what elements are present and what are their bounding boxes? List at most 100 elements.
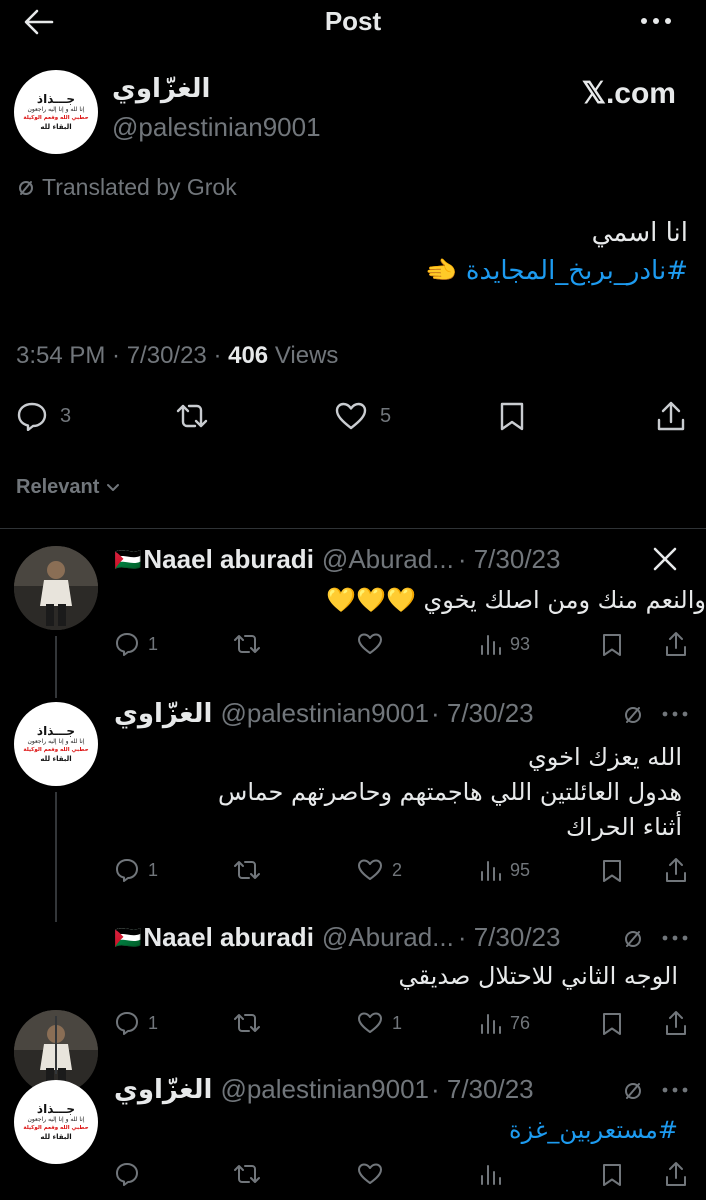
heart-icon (358, 1163, 382, 1184)
avatar[interactable]: جـــذاذ إنا لله و إنا إليه راجعون حطبي ا… (14, 702, 98, 786)
more-options-button[interactable] (660, 932, 690, 944)
bookmark-icon (603, 1013, 621, 1035)
comment-icon (17, 402, 47, 431)
reply-button[interactable]: 1 (114, 632, 158, 656)
bookmark-button[interactable] (498, 401, 526, 431)
thread-line (55, 792, 57, 922)
bookmark-button[interactable] (600, 632, 624, 658)
reply-button[interactable] (114, 1162, 140, 1186)
views-button[interactable]: 93 (478, 632, 530, 656)
hashtag-link[interactable]: #نادر_بربخ_المجايدة (466, 256, 688, 286)
share-icon (666, 1011, 686, 1035)
reply-text: الوجه الثاني للاحتلال صديقي (398, 962, 678, 990)
share-button[interactable] (664, 1009, 688, 1037)
reply-button[interactable]: 1 (114, 858, 158, 882)
logo-title: جـــذاذ (36, 91, 76, 106)
reply-button[interactable]: 3 (16, 401, 71, 431)
share-button[interactable] (664, 856, 688, 884)
flag-emoji: 🇵🇸 (114, 546, 142, 572)
bookmark-button[interactable] (600, 1011, 624, 1037)
comment-icon (116, 633, 138, 656)
heart-emojis: 💛💛💛 (326, 586, 416, 614)
source-label: 𝕏.com (581, 77, 676, 110)
author-name[interactable]: الغزّاوي (114, 699, 212, 729)
avatar[interactable]: جـــذاذ إنا لله و إنا إليه راجعون حطبي ا… (14, 1080, 98, 1164)
heart-icon (358, 633, 382, 654)
heart-icon (335, 402, 367, 430)
bookmark-icon (603, 860, 621, 882)
heart-icon (358, 859, 382, 880)
like-button[interactable] (356, 1162, 384, 1186)
x-logo-icon (652, 546, 678, 572)
like-button[interactable]: 2 (356, 858, 402, 882)
repost-button[interactable] (232, 1162, 262, 1186)
share-button[interactable] (664, 630, 688, 658)
bookmark-button[interactable] (600, 1162, 624, 1188)
author-name[interactable]: الغزّاوي (112, 74, 210, 104)
comment-icon (116, 1012, 138, 1035)
share-button[interactable] (656, 400, 686, 432)
repost-button[interactable] (232, 1011, 262, 1035)
repost-icon (234, 861, 260, 879)
author-handle[interactable]: @palestinian9001 (220, 698, 429, 729)
logo-line: حطبي الله وفعم الوكيلة (23, 114, 89, 121)
reply-text: والنعم منك ومن اصلك يخوي 💛💛💛 (326, 586, 706, 614)
reply-date: · 7/30/23 (457, 544, 561, 574)
repost-icon (234, 635, 260, 653)
reply-date: · 7/30/23 (430, 1074, 534, 1104)
avatar[interactable] (14, 546, 98, 630)
repost-button[interactable] (174, 401, 210, 431)
logo-line: إنا لله و إنا إليه راجعون (27, 105, 85, 113)
more-horizontal-icon (662, 711, 688, 717)
bookmark-icon (603, 634, 621, 656)
page-title: Post (324, 6, 382, 36)
author-handle[interactable]: @Aburad... (322, 922, 454, 953)
like-button[interactable]: 5 (334, 401, 391, 431)
translate-icon (625, 931, 641, 947)
bookmark-icon (603, 1164, 621, 1186)
chevron-down-icon (107, 483, 120, 491)
analytics-icon (481, 1014, 501, 1034)
views-button[interactable]: 76 (478, 1011, 530, 1035)
views-button[interactable] (478, 1162, 502, 1186)
comment-icon (116, 859, 138, 882)
author-name[interactable]: الغزّاوي (114, 1075, 212, 1105)
share-button[interactable] (664, 1160, 688, 1188)
more-options-button[interactable] (660, 708, 690, 720)
share-icon (666, 858, 686, 882)
author-handle[interactable]: @Aburad... (322, 544, 454, 575)
like-button[interactable] (356, 632, 384, 656)
views-button[interactable]: 95 (478, 858, 530, 882)
post-hashtag-line: #نادر_بربخ_المجايدة 🫲 (88, 256, 688, 286)
like-button[interactable]: 1 (356, 1011, 402, 1035)
more-options-button[interactable] (638, 10, 674, 32)
translate-indicator (622, 928, 644, 950)
logo-line: البقاء لله (40, 122, 72, 131)
translate-icon (625, 707, 641, 723)
more-options-button[interactable] (660, 1084, 690, 1096)
repost-button[interactable] (232, 858, 262, 882)
author-name[interactable]: Naael aburadi (143, 544, 314, 575)
repost-icon (176, 404, 208, 428)
person-photo (14, 546, 98, 630)
views-count[interactable]: 406 (228, 342, 268, 369)
author-handle[interactable]: @palestinian9001 (112, 112, 321, 143)
author-handle[interactable]: @palestinian9001 (220, 1074, 429, 1105)
pointing-hand-emoji: 🫲 (425, 256, 458, 286)
repost-button[interactable] (232, 632, 262, 656)
author-name[interactable]: Naael aburadi (143, 922, 314, 953)
reply-header: الغزّاوي @palestinian9001 · 7/30/23 (114, 1074, 534, 1105)
translate-icon (19, 180, 33, 195)
reply-button[interactable]: 1 (114, 1011, 158, 1035)
more-horizontal-icon (641, 18, 671, 24)
sort-dropdown[interactable]: Relevant (16, 476, 121, 499)
share-icon (666, 1162, 686, 1186)
reply-date: · 7/30/23 (430, 698, 534, 728)
bookmark-button[interactable] (600, 858, 624, 884)
divider (0, 528, 706, 529)
thread-line (55, 636, 57, 698)
avatar[interactable]: جـــذاذ إنا لله و إنا إليه راجعون حطبي ا… (14, 70, 98, 154)
reply-date: · 7/30/23 (457, 922, 561, 952)
analytics-icon (481, 1165, 501, 1185)
hashtag-link[interactable]: #مستعربين_غزة (118, 1116, 678, 1144)
